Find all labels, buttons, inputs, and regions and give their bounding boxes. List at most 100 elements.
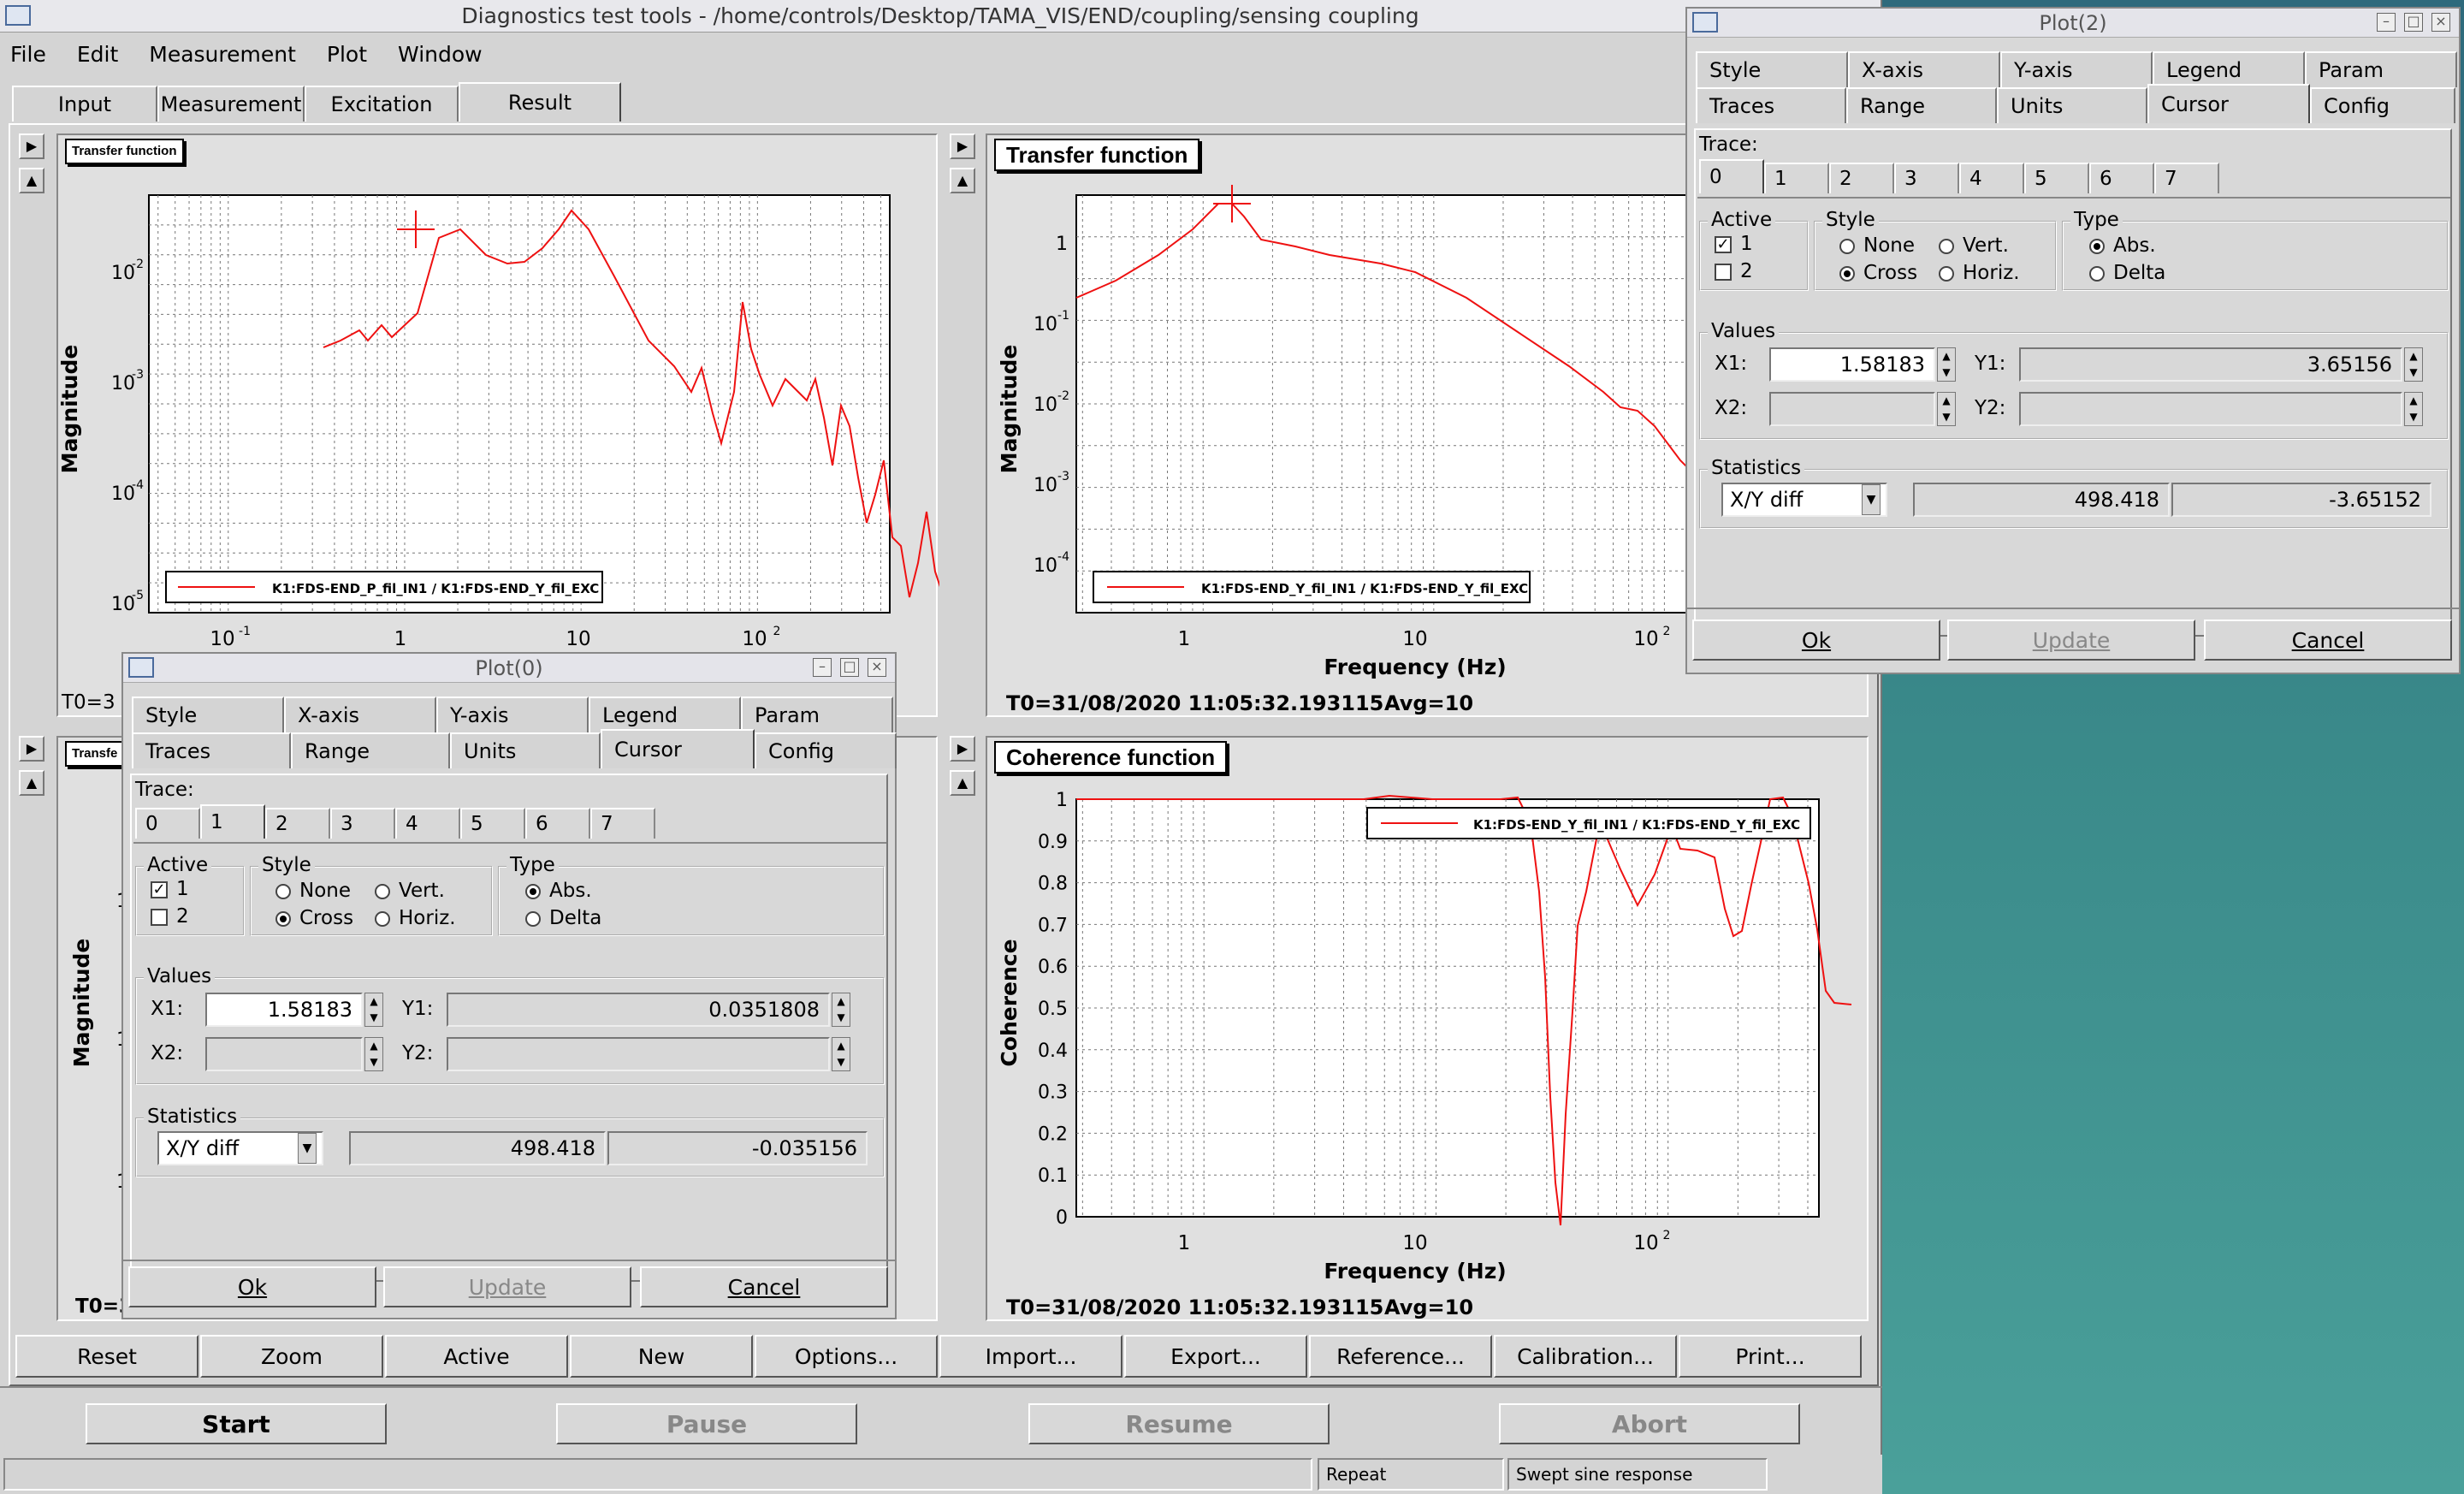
plot-br-svg[interactable]: Coherence 10.90.80.70.60.50.40.30.20.10 … <box>987 738 1870 1323</box>
cancel-button[interactable]: Cancel <box>2204 620 2452 661</box>
dialog-menu-icon[interactable] <box>1692 12 1718 33</box>
tab-style[interactable]: Style <box>132 697 284 732</box>
tab-config[interactable]: Config <box>2310 87 2455 123</box>
trace-tab-2[interactable]: 2 <box>1829 163 1894 193</box>
menu-plot[interactable]: Plot <box>327 42 367 67</box>
window-menu-icon[interactable] <box>5 5 31 26</box>
new-button[interactable]: New <box>570 1335 753 1378</box>
trace-tab-4[interactable]: 4 <box>1959 163 2024 193</box>
active-2-checkbox[interactable] <box>1715 263 1732 281</box>
close-icon[interactable]: × <box>868 658 886 677</box>
tab-measurement[interactable]: Measurement <box>157 86 305 122</box>
update-button[interactable]: Update <box>1947 620 2195 661</box>
type-delta-radio[interactable] <box>2089 265 2105 282</box>
trace-tab-6[interactable]: 6 <box>2089 163 2154 193</box>
y1-spinner[interactable]: ▲ ▼ <box>2404 347 2423 382</box>
x2-spinner[interactable]: ▲ ▼ <box>1937 392 1956 426</box>
reset-button[interactable]: Reset <box>15 1335 198 1378</box>
tab-range[interactable]: Range <box>291 732 450 768</box>
zoom-button[interactable]: Zoom <box>200 1335 383 1378</box>
start-button[interactable]: Start <box>86 1403 387 1444</box>
tab-traces[interactable]: Traces <box>1696 87 1846 123</box>
chevron-down-icon[interactable]: ▼ <box>298 1133 317 1164</box>
panel-tl-expand-arrow[interactable]: ▶ <box>19 133 44 159</box>
type-delta-radio[interactable] <box>525 910 541 927</box>
trace-tab-5[interactable]: 5 <box>2024 163 2089 193</box>
y1-spinner[interactable]: ▲ ▼ <box>832 993 850 1027</box>
tab-range[interactable]: Range <box>1846 87 1997 123</box>
style-horiz-radio[interactable] <box>1939 265 1954 282</box>
export-button[interactable]: Export... <box>1124 1335 1307 1378</box>
tab-legend[interactable]: Legend <box>589 697 741 732</box>
tab-x-axis[interactable]: X-axis <box>1848 51 2000 87</box>
x1-spinner[interactable]: ▲ ▼ <box>364 993 383 1027</box>
panel-tr-expand-arrow[interactable]: ▶ <box>950 133 975 159</box>
active-2-checkbox[interactable] <box>151 908 168 926</box>
trace-tab-2[interactable]: 2 <box>265 808 330 839</box>
plot-tl-svg[interactable]: Magnitude 10-2 10-3 10-4 10-5 10 -1 1 10 … <box>58 135 939 719</box>
tab-param[interactable]: Param <box>2305 51 2457 87</box>
update-button[interactable]: Update <box>383 1266 631 1307</box>
style-none-radio[interactable] <box>1839 238 1855 254</box>
panel-bl-up-arrow[interactable]: ▲ <box>19 770 44 796</box>
panel-br-up-arrow[interactable]: ▲ <box>950 770 975 796</box>
tab-legend[interactable]: Legend <box>2153 51 2305 87</box>
x2-input[interactable] <box>205 1037 363 1071</box>
panel-bl-expand-arrow[interactable]: ▶ <box>19 736 44 762</box>
tab-y-axis[interactable]: Y-axis <box>436 697 589 732</box>
pause-button[interactable]: Pause <box>556 1403 857 1444</box>
import-button[interactable]: Import... <box>939 1335 1122 1378</box>
x2-spinner[interactable]: ▲ ▼ <box>364 1037 383 1071</box>
chevron-down-icon[interactable]: ▼ <box>1862 484 1881 515</box>
trace-tab-0[interactable]: 0 <box>1699 159 1764 193</box>
trace-tab-1[interactable]: 1 <box>1764 163 1829 193</box>
x1-input[interactable]: 1.58183 <box>1769 347 1935 382</box>
trace-tab-3[interactable]: 3 <box>1894 163 1959 193</box>
x1-input[interactable]: 1.58183 <box>205 993 363 1027</box>
type-abs-radio[interactable] <box>525 883 541 899</box>
y2-spinner[interactable]: ▲ ▼ <box>2404 392 2423 426</box>
tab-config[interactable]: Config <box>755 732 897 768</box>
style-cross-radio[interactable] <box>1839 265 1855 282</box>
close-icon[interactable]: × <box>2431 13 2450 32</box>
print-button[interactable]: Print... <box>1679 1335 1862 1378</box>
style-vert-radio[interactable] <box>375 883 390 899</box>
tab-units[interactable]: Units <box>450 732 601 768</box>
panel-tr-up-arrow[interactable]: ▲ <box>950 168 975 193</box>
menu-edit[interactable]: Edit <box>77 42 118 67</box>
tab-x-axis[interactable]: X-axis <box>284 697 436 732</box>
menu-window[interactable]: Window <box>398 42 483 67</box>
maximize-icon[interactable]: □ <box>2404 13 2423 32</box>
trace-tab-7[interactable]: 7 <box>590 808 655 839</box>
trace-tab-5[interactable]: 5 <box>460 808 525 839</box>
tab-cursor[interactable]: Cursor <box>2147 84 2310 123</box>
minimize-icon[interactable]: – <box>2377 13 2396 32</box>
maximize-icon[interactable]: □ <box>840 658 859 677</box>
tab-cursor[interactable]: Cursor <box>601 729 755 768</box>
panel-tl-up-arrow[interactable]: ▲ <box>19 168 44 193</box>
type-abs-radio[interactable] <box>2089 238 2105 254</box>
tab-units[interactable]: Units <box>1997 87 2147 123</box>
trace-tab-4[interactable]: 4 <box>395 808 460 839</box>
y2-spinner[interactable]: ▲ ▼ <box>832 1037 850 1071</box>
trace-tab-3[interactable]: 3 <box>330 808 395 839</box>
style-horiz-radio[interactable] <box>375 910 390 927</box>
menu-measurement[interactable]: Measurement <box>149 42 296 67</box>
style-cross-radio[interactable] <box>275 910 291 927</box>
options-button[interactable]: Options... <box>755 1335 938 1378</box>
tab-excitation[interactable]: Excitation <box>305 86 459 122</box>
style-vert-radio[interactable] <box>1939 238 1954 254</box>
x2-input[interactable] <box>1769 392 1935 426</box>
ok-button[interactable]: Ok <box>1692 620 1940 661</box>
trace-tab-1[interactable]: 1 <box>200 804 265 839</box>
trace-tab-0[interactable]: 0 <box>135 808 200 839</box>
active-1-checkbox[interactable]: ✓ <box>1715 235 1732 253</box>
trace-tab-7[interactable]: 7 <box>2154 163 2219 193</box>
menu-file[interactable]: File <box>10 42 46 67</box>
tab-input[interactable]: Input <box>12 86 157 122</box>
trace-tab-6[interactable]: 6 <box>525 808 590 839</box>
tab-style[interactable]: Style <box>1696 51 1848 87</box>
ok-button[interactable]: Ok <box>128 1266 376 1307</box>
active-1-checkbox[interactable]: ✓ <box>151 880 168 898</box>
tab-traces[interactable]: Traces <box>132 732 291 768</box>
